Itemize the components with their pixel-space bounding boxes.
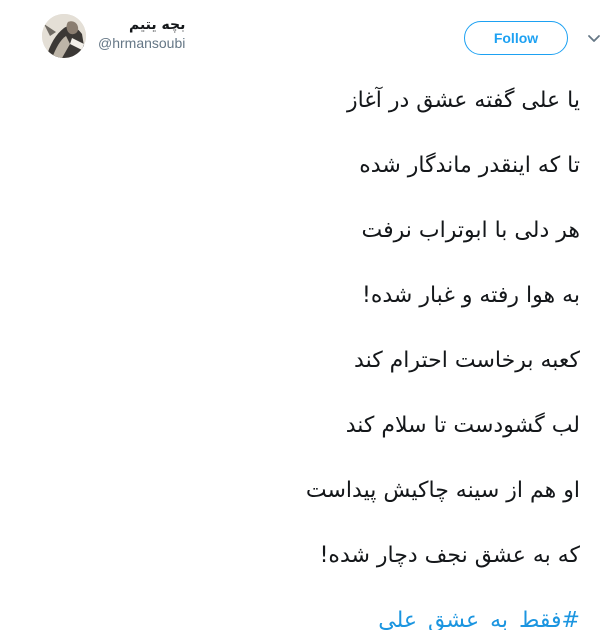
display-name[interactable]: بچه یتیم <box>98 16 185 34</box>
poem-line: که به عشق نجف دچار شده! <box>319 543 580 568</box>
avatar-photo-icon <box>42 14 86 58</box>
hashtag-link[interactable]: #فقط_به_عشق_علی <box>378 608 580 630</box>
poem-line: به هوا رفته و غبار شده! <box>362 283 580 308</box>
hashtag-line: #فقط_به_عشق_علی <box>20 588 580 630</box>
chevron-down-icon[interactable] <box>586 30 602 46</box>
avatar[interactable] <box>42 14 86 58</box>
author-names: بچه یتیم @hrmansoubi <box>98 16 185 52</box>
poem-line: کعبه برخاست احترام کند <box>354 348 580 373</box>
poem-line: یا علی گفته عشق در آغاز <box>346 88 580 113</box>
poem-line: او هم از سینه چاکیش پیداست <box>305 478 580 503</box>
poem-line: لب گشودست تا سلام کند <box>345 413 580 438</box>
poem-line: هر دلی با ابوتراب نرفت <box>361 218 580 243</box>
poem-line: تا که اینقدر ماندگار شده <box>359 153 580 178</box>
tweet-header: بچه یتیم @hrmansoubi Follow <box>20 0 600 66</box>
tweet-text: یا علی گفته عشق در آغاز تا که اینقدر مان… <box>20 68 580 630</box>
tweet-card: بچه یتیم @hrmansoubi Follow یا علی گفته … <box>0 0 606 630</box>
user-handle[interactable]: @hrmansoubi <box>98 34 185 52</box>
follow-button[interactable]: Follow <box>464 21 568 55</box>
